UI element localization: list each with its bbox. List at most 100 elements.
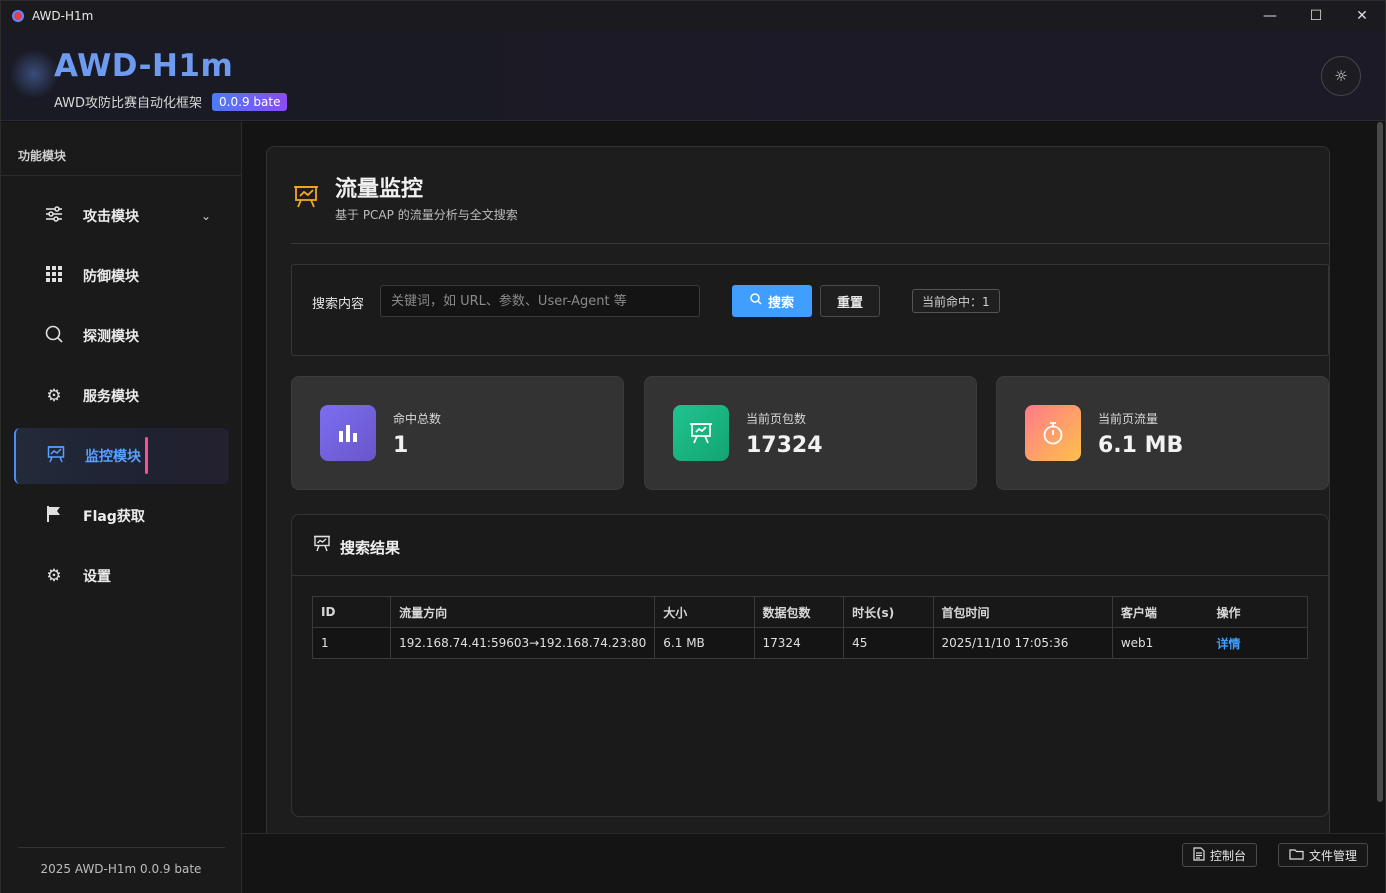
search-form: 搜索内容 搜索 重置 当前命中：1 (291, 264, 1329, 356)
search-input[interactable] (380, 285, 700, 317)
results-title: 搜索结果 (340, 539, 401, 557)
app-window: AWD-H1m — ☐ ✕ AWD-H1m AWD攻防比赛自动化框架 0.0.9… (0, 0, 1386, 893)
file-manager-label: 文件管理 (1309, 848, 1358, 863)
main-content: 流量监控 基于 PCAP 的流量分析与全文搜索 搜索内容 搜索 重置 当前命中：… (242, 122, 1385, 833)
sun-icon: ☼ (1334, 67, 1348, 85)
stat-label: 命中总数 (393, 412, 442, 426)
theme-toggle-button[interactable]: ☼ (1321, 56, 1361, 96)
sidebar-item-flag[interactable]: Flag获取 (14, 488, 229, 544)
monitor-chart-icon (293, 185, 319, 214)
page-description: 基于 PCAP 的流量分析与全文搜索 (335, 208, 518, 222)
file-manager-button[interactable]: 文件管理 (1278, 843, 1369, 867)
cell-direction: 192.168.74.41:59603→192.168.74.23:80 (390, 627, 656, 659)
cell-action: 详情 (1208, 627, 1308, 659)
search-icon (750, 293, 762, 309)
title-bar: AWD-H1m — ☐ ✕ (1, 1, 1385, 31)
sidebar-item-attack[interactable]: 攻击模块 ⌄ (14, 188, 229, 244)
stat-label: 当前页流量 (1098, 412, 1159, 426)
table-row[interactable]: 1 192.168.74.41:59603→192.168.74.23:80 6… (311, 627, 1308, 659)
search-icon (42, 325, 66, 348)
sidebar-item-probe[interactable]: 探测模块 (14, 308, 229, 364)
gear-icon: ⚙ (46, 386, 62, 406)
folder-icon (1289, 848, 1304, 863)
sidebar-heading: 功能模块 (18, 149, 67, 163)
column-header[interactable]: 首包时间 (932, 596, 1113, 628)
column-header[interactable]: 流量方向 (390, 596, 656, 628)
sidebar: 功能模块 攻击模块 ⌄ 防御模块 探测模块 ⚙ 服务模块 监控模块 Flag获取… (1, 122, 242, 893)
cell-packets: 17324 (753, 627, 845, 659)
column-header[interactable]: 数据包数 (753, 596, 845, 628)
console-label: 控制台 (1210, 848, 1247, 863)
sidebar-item-label: 设置 (83, 569, 111, 585)
stat-card-page-packets: 当前页包数 17324 (644, 376, 977, 490)
bottom-bar: 控制台 文件管理 (242, 833, 1385, 893)
monitor-chart-icon (44, 445, 68, 468)
maximize-button[interactable]: ☐ (1293, 1, 1339, 31)
column-header[interactable]: ID (311, 596, 392, 628)
sidebar-item-label: 防御模块 (83, 269, 139, 285)
column-header: 操作 (1208, 596, 1308, 628)
sidebar-footer-divider (18, 847, 225, 848)
stat-value: 6.1 MB (1098, 433, 1184, 458)
column-header[interactable]: 客户端 (1111, 596, 1209, 628)
cell-size: 6.1 MB (654, 627, 755, 659)
cell-duration: 45 (843, 627, 934, 659)
flag-icon (42, 505, 66, 528)
version-badge: 0.0.9 bate (212, 92, 288, 111)
sidebar-item-label: 监控模块 (85, 449, 141, 465)
gear-icon: ⚙ (46, 566, 62, 586)
sidebar-item-label: Flag获取 (83, 509, 145, 525)
column-header[interactable]: 大小 (654, 596, 755, 628)
page-title: 流量监控 (335, 177, 424, 202)
main-scrollbar[interactable] (1377, 122, 1383, 802)
stat-label: 当前页包数 (746, 412, 807, 426)
document-icon (1193, 846, 1205, 864)
stat-card-page-traffic: 当前页流量 6.1 MB (996, 376, 1329, 490)
sidebar-item-defense[interactable]: 防御模块 (14, 248, 229, 304)
sidebar-item-label: 服务模块 (83, 389, 139, 405)
sidebar-divider (1, 175, 241, 176)
page-divider (291, 243, 1329, 244)
active-marker (145, 437, 148, 474)
window-title: AWD-H1m (32, 9, 94, 23)
cell-client: web1 (1111, 627, 1209, 659)
app-logo-icon (12, 10, 24, 22)
grid-icon (42, 265, 66, 287)
sidebar-item-label: 探测模块 (83, 329, 139, 345)
stat-card-total-hits: 命中总数 1 (291, 376, 624, 490)
sidebar-footer: 2025 AWD-H1m 0.0.9 bate (40, 862, 202, 876)
search-button-label: 搜索 (767, 295, 794, 311)
results-header: 搜索结果 (292, 515, 1328, 576)
brand-subtitle: AWD攻防比赛自动化框架 0.0.9 bate (54, 92, 288, 111)
column-header[interactable]: 时长(s) (843, 596, 934, 628)
sidebar-item-settings[interactable]: ⚙ 设置 (14, 548, 229, 604)
sidebar-item-service[interactable]: ⚙ 服务模块 (14, 368, 229, 424)
search-label: 搜索内容 (312, 297, 365, 312)
traffic-monitor-panel: 流量监控 基于 PCAP 的流量分析与全文搜索 搜索内容 搜索 重置 当前命中：… (266, 146, 1330, 833)
stat-value: 17324 (746, 433, 823, 458)
window-controls: — ☐ ✕ (1247, 1, 1385, 31)
app-header: AWD-H1m AWD攻防比赛自动化框架 0.0.9 bate ☼ (1, 31, 1385, 121)
reset-button[interactable]: 重置 (820, 285, 880, 317)
cell-first-time: 2025/11/10 17:05:36 (932, 627, 1113, 659)
minimize-button[interactable]: — (1247, 1, 1293, 31)
hit-count-tag: 当前命中：1 (912, 289, 1000, 313)
search-results-card: 搜索结果 ID 流量方向 大小 数据包数 时长(s) 首包时间 客户端 操作 1… (291, 514, 1329, 817)
header-glow (9, 49, 59, 99)
table-header-row: ID 流量方向 大小 数据包数 时长(s) 首包时间 客户端 操作 (311, 596, 1308, 628)
sliders-icon (42, 205, 66, 227)
subtitle-text: AWD攻防比赛自动化框架 (54, 96, 203, 111)
cell-id: 1 (311, 627, 392, 659)
stat-value: 1 (393, 433, 409, 458)
console-button[interactable]: 控制台 (1182, 843, 1258, 867)
chevron-down-icon: ⌄ (200, 209, 211, 223)
brand-title: AWD-H1m (54, 48, 234, 84)
results-table: ID 流量方向 大小 数据包数 时长(s) 首包时间 客户端 操作 1 192.… (311, 596, 1308, 659)
monitor-chart-icon (313, 535, 331, 557)
close-button[interactable]: ✕ (1339, 1, 1385, 31)
sidebar-item-monitor[interactable]: 监控模块 (14, 428, 229, 484)
sidebar-item-label: 攻击模块 (83, 209, 139, 225)
search-button[interactable]: 搜索 (732, 285, 812, 317)
detail-link[interactable]: 详情 (1217, 637, 1241, 651)
stopwatch-icon (1025, 405, 1081, 461)
